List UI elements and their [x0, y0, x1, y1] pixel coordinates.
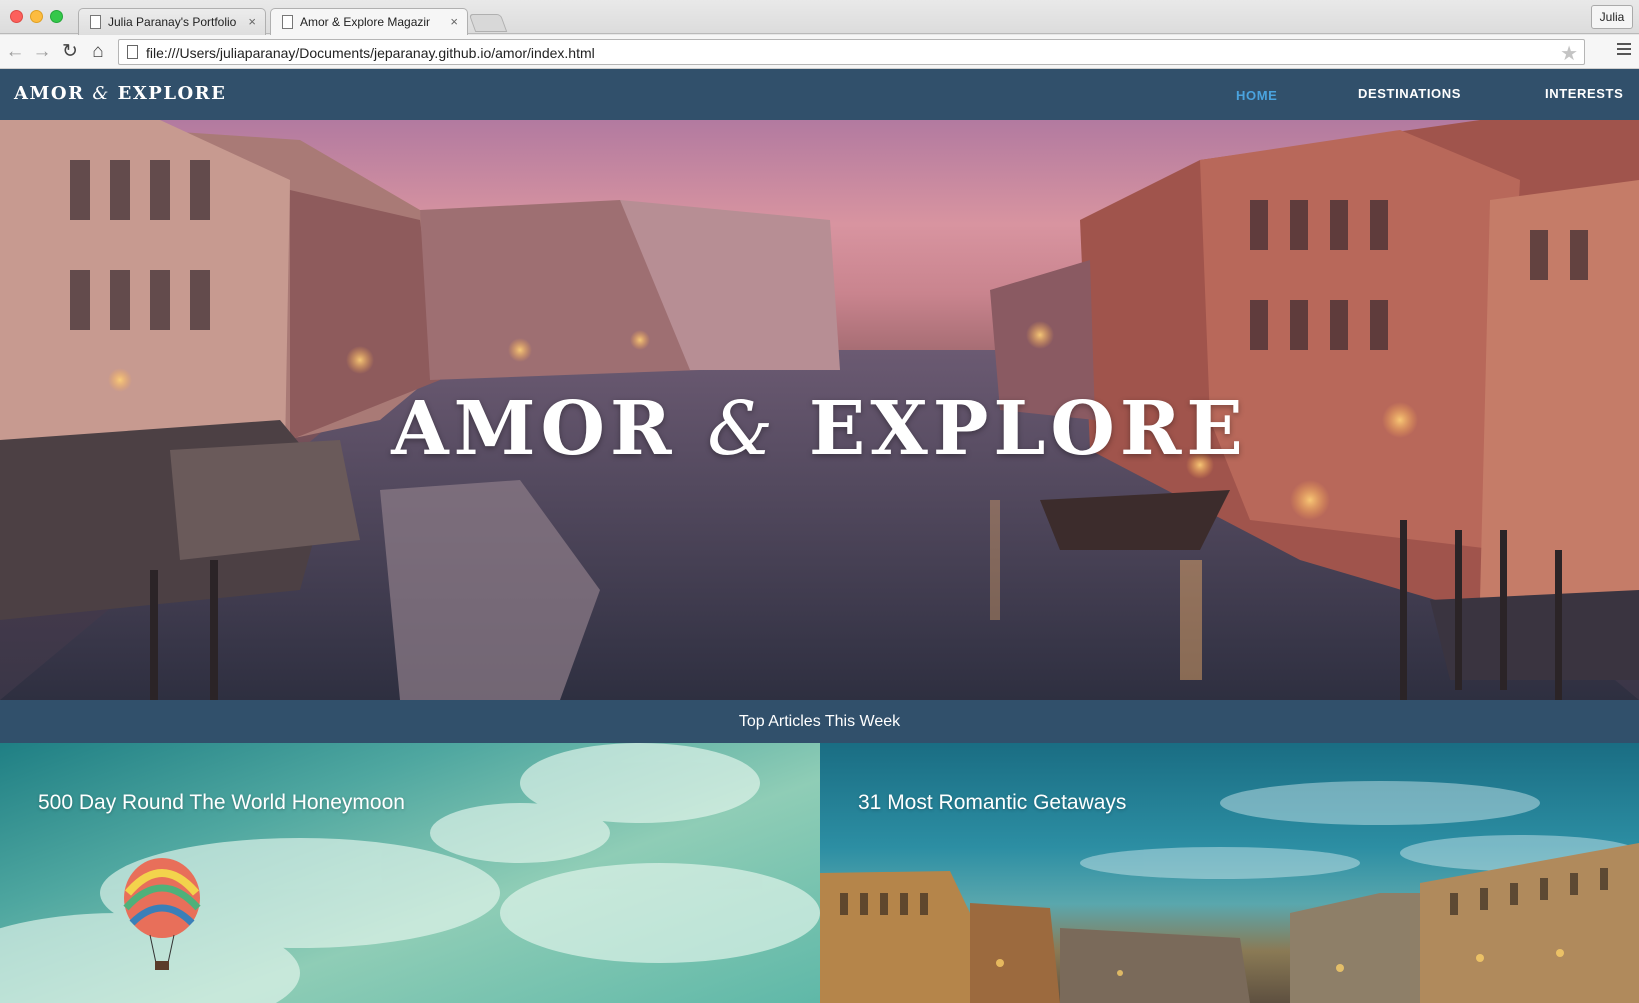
- page-icon: [127, 45, 138, 59]
- tab-title: Amor & Explore Magazine: [300, 15, 430, 29]
- tab-portfolio[interactable]: Julia Paranay's Portfolio W ×: [78, 8, 266, 35]
- forward-icon[interactable]: →: [31, 41, 53, 63]
- hero-title-left: AMOR: [391, 386, 677, 472]
- hero-title-right: EXPLORE: [808, 386, 1248, 472]
- article-card-honeymoon[interactable]: 500 Day Round The World Honeymoon: [0, 743, 820, 1003]
- hero-title: AMOR & EXPLORE: [0, 386, 1639, 472]
- page-icon: [90, 15, 101, 29]
- close-icon[interactable]: ×: [248, 14, 256, 29]
- tab-amor-explore[interactable]: Amor & Explore Magazine ×: [270, 8, 468, 35]
- nav-home-link[interactable]: HOME: [1236, 88, 1277, 103]
- address-bar[interactable]: file:///Users/juliaparanay/Documents/jep…: [118, 39, 1585, 65]
- star-icon[interactable]: ★: [1560, 41, 1578, 66]
- site-logo[interactable]: AMOR & EXPLORE: [14, 83, 226, 104]
- article-title[interactable]: 500 Day Round The World Honeymoon: [38, 791, 405, 815]
- browser-chrome: Julia Paranay's Portfolio W × Amor & Exp…: [0, 0, 1639, 69]
- article-title[interactable]: 31 Most Romantic Getaways: [858, 791, 1126, 815]
- close-window-button[interactable]: [10, 10, 23, 23]
- venice-dusk-image: [820, 781, 1639, 1003]
- article-card-getaways[interactable]: 31 Most Romantic Getaways: [820, 743, 1639, 1003]
- new-tab-button[interactable]: [468, 14, 508, 32]
- tab-strip: Julia Paranay's Portfolio W × Amor & Exp…: [0, 0, 1639, 35]
- zoom-window-button[interactable]: [50, 10, 63, 23]
- menu-icon[interactable]: [1617, 43, 1631, 58]
- tab-title: Julia Paranay's Portfolio W: [108, 15, 238, 29]
- close-icon[interactable]: ×: [450, 14, 458, 29]
- reload-icon[interactable]: ↻: [59, 41, 81, 63]
- site-navbar: AMOR & EXPLORE HOME DESTINATIONS INTERES…: [0, 69, 1639, 120]
- nav-interests-link[interactable]: INTERESTS: [1545, 86, 1623, 101]
- hero-title-ampersand: &: [707, 386, 779, 472]
- hero-banner: AMOR & EXPLORE: [0, 120, 1639, 700]
- page-icon: [282, 15, 293, 29]
- section-title: Top Articles This Week: [738, 713, 901, 730]
- browser-toolbar: ← → ↻ ⌂ file:///Users/juliaparanay/Docum…: [0, 35, 1639, 69]
- top-articles-header: Top Articles This Week: [0, 700, 1639, 743]
- home-icon[interactable]: ⌂: [87, 41, 109, 63]
- minimize-window-button[interactable]: [30, 10, 43, 23]
- balloon-sky-image: [0, 743, 820, 1003]
- url-text[interactable]: file:///Users/juliaparanay/Documents/jep…: [146, 45, 595, 61]
- logo-word-left: AMOR: [14, 83, 85, 104]
- profile-button[interactable]: Julia: [1591, 5, 1633, 29]
- logo-ampersand: &: [92, 83, 110, 104]
- logo-word-right: EXPLORE: [117, 83, 227, 104]
- nav-destinations-link[interactable]: DESTINATIONS: [1358, 86, 1461, 101]
- back-icon[interactable]: ←: [4, 41, 26, 63]
